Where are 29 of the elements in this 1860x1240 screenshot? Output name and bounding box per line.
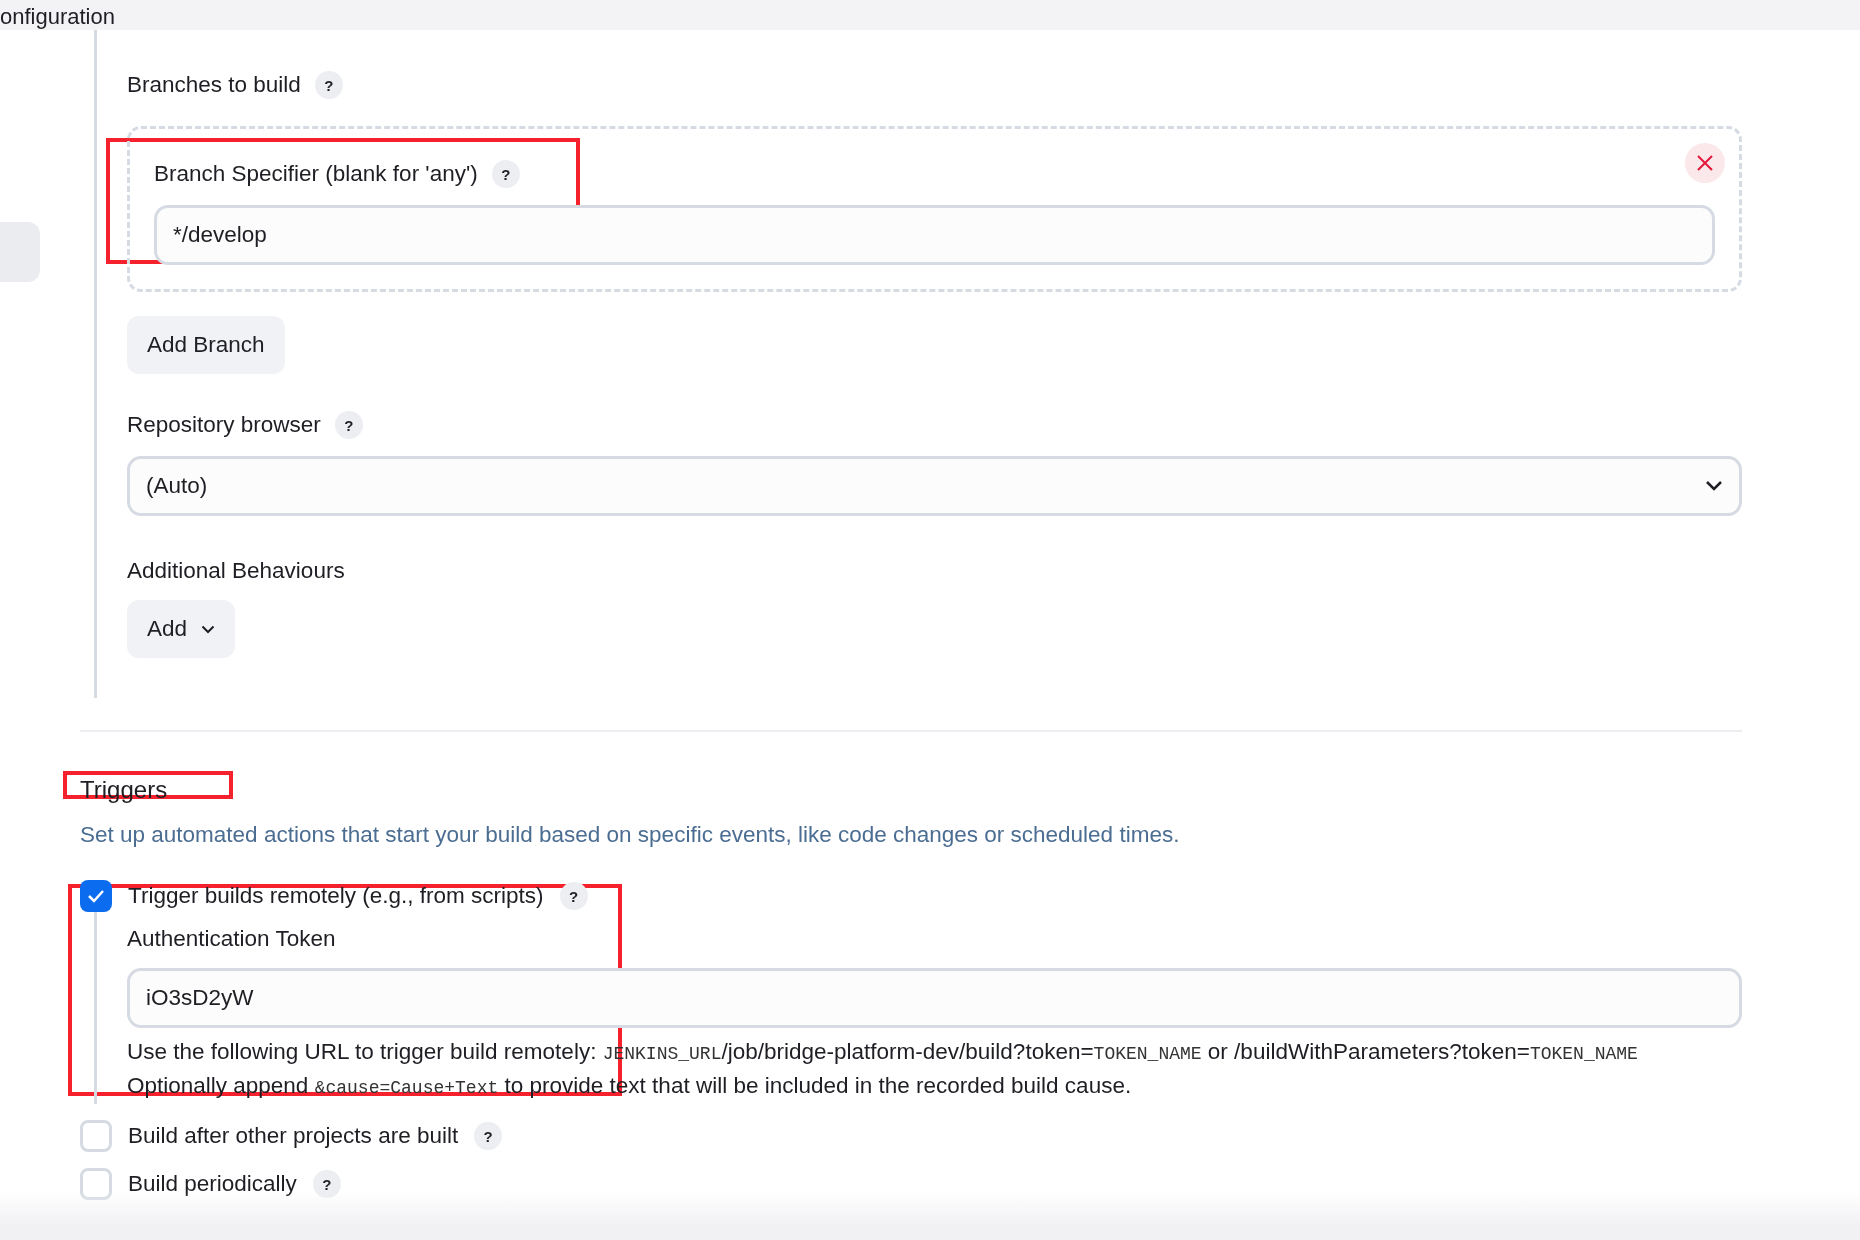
- help-button[interactable]: ?: [491, 160, 520, 188]
- close-icon: [1696, 154, 1714, 172]
- field-label: Repository browser: [127, 412, 321, 438]
- add-button[interactable]: Add: [127, 600, 236, 658]
- help-button[interactable]: ?: [559, 882, 588, 910]
- select-field[interactable]: (Auto): [127, 456, 1742, 516]
- field-label: Authentication Token: [127, 926, 336, 951]
- input-field[interactable]: */develop: [154, 205, 1715, 265]
- section-description: Set up automated actions that start your build based on specific events, like code changes or scheduled times.: [80, 822, 1181, 848]
- input-field[interactable]: iO3sD2yW: [127, 968, 1742, 1028]
- chevron-down-icon: [1705, 480, 1723, 492]
- help-button[interactable]: ?: [314, 71, 343, 99]
- close-button[interactable]: [1685, 143, 1725, 183]
- checkbox-label: Build after other projects are built: [128, 1123, 459, 1149]
- help-button[interactable]: ?: [474, 1122, 503, 1150]
- field-label: Additional Behaviours: [127, 558, 345, 584]
- chevron-down-icon: [201, 624, 216, 634]
- checkbox[interactable]: [80, 1120, 112, 1152]
- help-button[interactable]: ?: [334, 411, 363, 439]
- checkbox[interactable]: [80, 1168, 112, 1200]
- field-label: Branches to build: [127, 72, 301, 98]
- help-button[interactable]: ?: [312, 1170, 341, 1198]
- add-branch-button[interactable]: Add Branch: [127, 316, 285, 374]
- field-label: Branch Specifier (blank for 'any'): [154, 161, 478, 187]
- page-title: onfiguration: [0, 4, 115, 30]
- checkbox-label: Build periodically: [128, 1171, 297, 1197]
- checkbox[interactable]: [80, 880, 112, 912]
- check-icon: [87, 889, 105, 903]
- checkbox-label: Trigger builds remotely (e.g., from scripts): [128, 883, 544, 909]
